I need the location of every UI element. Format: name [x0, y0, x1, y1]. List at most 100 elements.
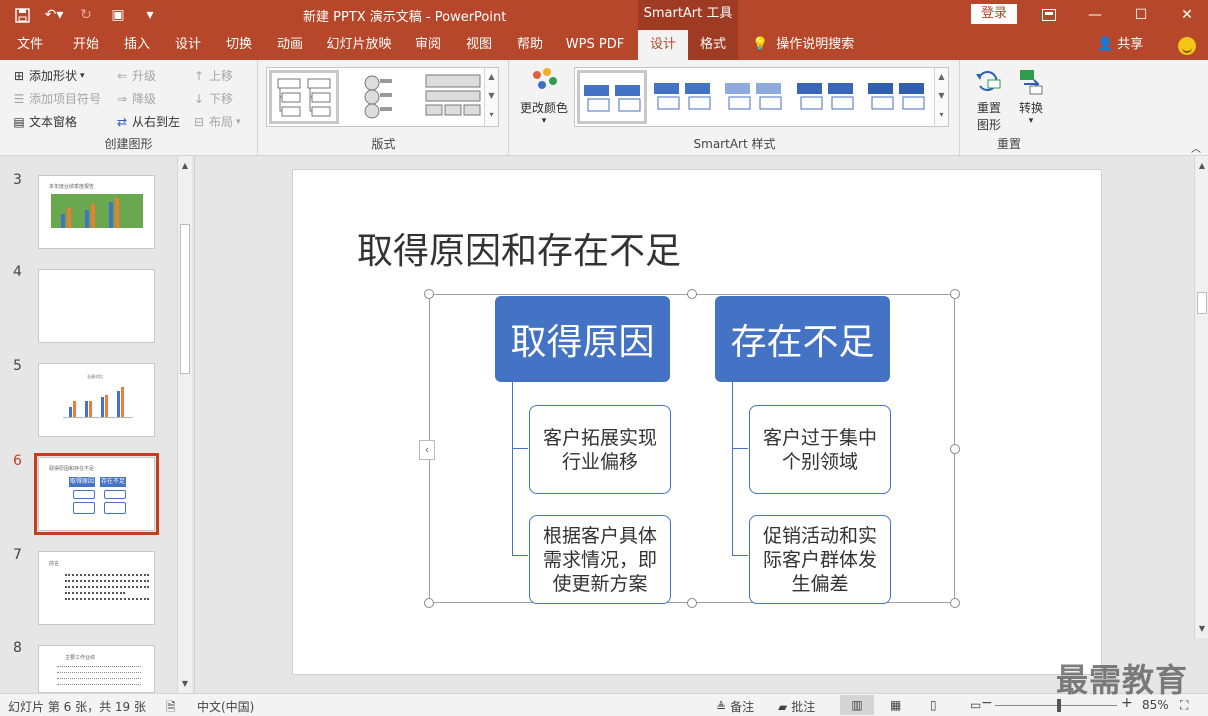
redo-icon[interactable]: ↻: [72, 3, 100, 27]
slide-number-active: 6: [13, 453, 22, 469]
notes-button[interactable]: ≜ 备注: [716, 698, 754, 715]
tab-review[interactable]: 审阅: [403, 30, 453, 60]
style-option-4[interactable]: [792, 70, 862, 124]
slide-thumbnail-6[interactable]: 取得原因和存在不足 取得原因 存在不足: [34, 453, 159, 535]
tab-home[interactable]: 开始: [60, 30, 112, 60]
tab-slideshow[interactable]: 幻灯片放映: [318, 30, 400, 60]
styles-gallery-scroll[interactable]: ▲ ▼ ▾: [934, 68, 948, 126]
tab-help[interactable]: 帮助: [505, 30, 555, 60]
tab-wps-pdf[interactable]: WPS PDF: [558, 30, 632, 60]
slide-thumbnail-3[interactable]: 本年度业绩季度报告: [38, 175, 155, 249]
connector-line: [512, 555, 528, 556]
slide-sorter-icon[interactable]: ▦: [890, 698, 901, 712]
smartart-head-right[interactable]: 存在不足: [715, 296, 890, 382]
thumbnails-scrollbar[interactable]: ▲ ▼: [177, 156, 192, 693]
scrollbar-thumb[interactable]: [1197, 292, 1207, 314]
reset-graphic-button[interactable]: 重置 图形: [969, 66, 1009, 133]
move-down-button[interactable]: ↓ 下移: [192, 90, 233, 107]
reading-view-icon[interactable]: ▯: [930, 698, 937, 712]
add-shape-button[interactable]: ⊞ 添加形状 ▾: [12, 67, 85, 84]
normal-view-icon[interactable]: ▥: [840, 695, 874, 715]
demote-arrow-icon: ⇒: [116, 91, 128, 106]
smartart-head-left[interactable]: 取得原因: [495, 296, 670, 382]
resize-handle[interactable]: [950, 598, 960, 608]
feedback-smiley-icon[interactable]: [1178, 37, 1196, 55]
layout-dropdown[interactable]: ⊟ 布局 ▾: [192, 113, 241, 130]
spellcheck-icon[interactable]: 🗎: [166, 698, 176, 716]
style-option-5[interactable]: [863, 70, 933, 124]
text-pane-button[interactable]: ▤ 文本窗格: [12, 113, 77, 130]
tab-insert[interactable]: 插入: [112, 30, 162, 60]
resize-handle[interactable]: [687, 289, 697, 299]
scrollbar-thumb[interactable]: [180, 224, 190, 374]
group-label-layouts: 版式: [371, 137, 396, 151]
layout-option-hierarchy-list[interactable]: [269, 70, 339, 124]
zoom-out-icon[interactable]: −: [981, 695, 993, 711]
scroll-up-icon[interactable]: ▲: [1195, 158, 1208, 173]
resize-handle[interactable]: [687, 598, 697, 608]
scroll-down-icon[interactable]: ▼: [178, 676, 192, 691]
minimize-icon[interactable]: —: [1072, 0, 1118, 30]
right-to-left-icon: ⇄: [116, 114, 128, 129]
user-icon: 👤: [1097, 37, 1114, 52]
style-option-1[interactable]: [577, 70, 647, 124]
reset-graphic-icon: [976, 71, 1001, 91]
tab-smartart-design[interactable]: 设计: [638, 30, 688, 60]
layout-option-circles[interactable]: [349, 70, 419, 124]
slide-vertical-scrollbar[interactable]: ▲ ▼: [1194, 156, 1208, 638]
save-icon[interactable]: [8, 3, 36, 27]
collapse-ribbon-icon[interactable]: ︿: [1191, 140, 1201, 155]
style-option-2[interactable]: [649, 70, 719, 124]
right-to-left-button[interactable]: ⇄ 从右到左: [115, 113, 180, 130]
undo-icon[interactable]: ↶▾: [40, 3, 68, 27]
tab-file[interactable]: 文件: [6, 30, 54, 60]
resize-handle[interactable]: [424, 598, 434, 608]
add-bullet-button[interactable]: ☰ 添加项目符号: [12, 90, 101, 107]
move-up-button[interactable]: ↑ 上移: [192, 67, 233, 84]
smartart-child-right-2[interactable]: 促销活动和实际客户群体发生偏差: [749, 515, 891, 604]
tab-view[interactable]: 视图: [454, 30, 504, 60]
close-icon[interactable]: ✕: [1164, 0, 1208, 30]
slide-thumbnail-4[interactable]: [38, 269, 155, 343]
resize-handle[interactable]: [950, 444, 960, 454]
tab-animations[interactable]: 动画: [265, 30, 315, 60]
smartart-styles-gallery: ▲ ▼ ▾: [574, 67, 949, 127]
promote-button[interactable]: ⇐ 升级: [115, 67, 156, 84]
customize-qat-icon[interactable]: ▾: [136, 3, 164, 27]
slideshow-start-icon[interactable]: ▣: [104, 3, 132, 27]
layout-option-table-list[interactable]: [421, 70, 485, 124]
scroll-up-icon[interactable]: ▲: [178, 158, 192, 173]
language-indicator[interactable]: 中文(中国): [197, 698, 254, 715]
smartart-child-left-2[interactable]: 根据客户具体需求情况，即使更新方案: [529, 515, 671, 604]
tab-smartart-format[interactable]: 格式: [688, 30, 738, 60]
resize-handle[interactable]: [424, 289, 434, 299]
current-slide[interactable]: 取得原因和存在不足 ‹ 取得原因 存在不足 客户拓展实现行业偏移 根据客户具体需…: [292, 169, 1102, 675]
demote-button[interactable]: ⇒ 降级: [115, 90, 156, 107]
maximize-icon[interactable]: ☐: [1118, 0, 1164, 30]
slideshow-view-icon[interactable]: ▭: [970, 698, 981, 712]
share-button[interactable]: 👤 共享: [1097, 30, 1143, 60]
smartart-text-pane-toggle-icon[interactable]: ‹: [419, 440, 435, 460]
style-option-3[interactable]: [720, 70, 790, 124]
layouts-gallery-scroll[interactable]: ▲ ▼ ▾: [484, 68, 498, 126]
comments-button[interactable]: ▰ 批注: [778, 698, 815, 715]
tab-transitions[interactable]: 切换: [214, 30, 264, 60]
slide-thumbnail-7[interactable]: 前言: [38, 551, 155, 625]
slide-thumbnail-5[interactable]: 业绩对比: [38, 363, 155, 437]
tab-design[interactable]: 设计: [163, 30, 213, 60]
smartart-child-right-1[interactable]: 客户过于集中个别领域: [749, 405, 891, 494]
change-colors-button[interactable]: 更改颜色 ▾: [516, 66, 572, 126]
group-create-graphic: ⊞ 添加形状 ▾ ☰ 添加项目符号 ▤ 文本窗格 ⇐ 升级 ⇒ 降级 ⇄ 从右到左…: [0, 60, 258, 156]
connector-line: [732, 448, 748, 449]
lightbulb-icon: 💡: [752, 37, 769, 52]
slide-thumbnail-8[interactable]: 主要工作业绩: [38, 645, 155, 693]
resize-handle[interactable]: [950, 289, 960, 299]
slide-title[interactable]: 取得原因和存在不足: [357, 222, 681, 274]
zoom-slider-track[interactable]: [995, 705, 1117, 706]
convert-button[interactable]: 转换 ▾: [1011, 66, 1051, 126]
ribbon-display-options-icon[interactable]: [1026, 0, 1072, 30]
login-button[interactable]: 登录: [971, 4, 1017, 24]
smartart-child-left-1[interactable]: 客户拓展实现行业偏移: [529, 405, 671, 494]
tell-me-search[interactable]: 💡 操作说明搜索: [748, 30, 864, 60]
scroll-down-icon[interactable]: ▼: [1195, 621, 1208, 636]
